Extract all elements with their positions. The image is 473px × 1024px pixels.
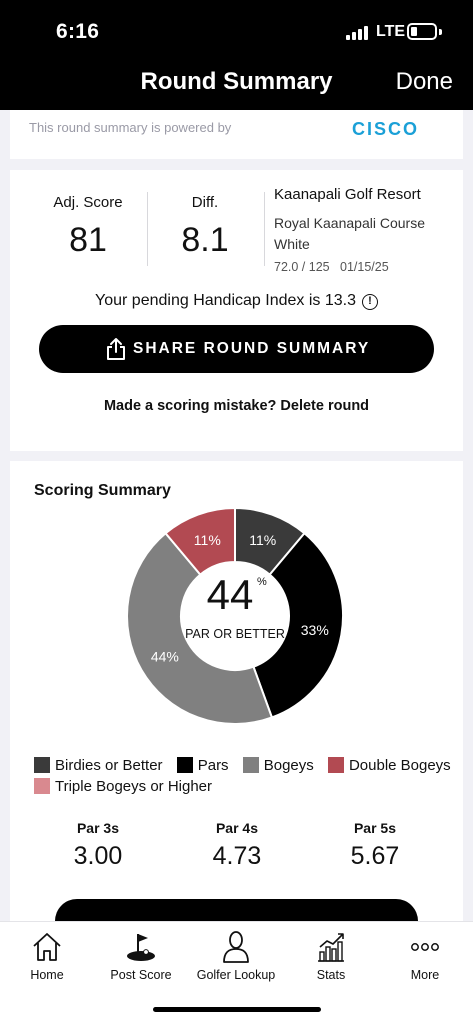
par-5-average: Par 5s 5.67 [320,820,430,871]
legend-label: Double Bogeys [348,757,451,774]
handicap-line: Your pending Handicap Index is 13.3! [10,292,463,310]
round-score-card: Adj. Score 81 Diff. 8.1 Kaanapali Golf R… [10,170,463,451]
adj-score-stat: Adj. Score 81 [38,194,138,260]
par-4-average: Par 4s 4.73 [182,820,292,871]
par-or-better-unit: % [257,576,267,588]
par-value: 4.73 [212,842,262,870]
par-3-average: Par 3s 3.00 [43,820,153,871]
legend-swatch [327,757,344,773]
rating-slope: 72.0 / 125 [274,260,330,274]
legend-pars: Pars [176,757,229,774]
legend-double-bogeys: Double Bogeys [327,757,451,774]
scoring-summary-title: Scoring Summary [34,482,171,499]
tab-label: More [410,968,440,982]
legend-bogeys: Bogeys [242,757,314,774]
done-button[interactable]: Done [396,68,453,96]
handicap-text: Your pending Handicap Index is 13.3 [95,292,356,309]
status-time: 6:16 [56,20,100,43]
legend-label: Bogeys [263,757,314,774]
person-icon [223,931,249,963]
battery-tip [439,29,442,35]
delete-round-link[interactable]: Made a scoring mistake? Delete round [10,398,463,414]
legend-label: Birdies or Better [55,757,163,774]
par-value: 5.67 [350,842,400,870]
info-icon[interactable]: ! [361,294,378,310]
signal-icon [346,26,370,40]
par-or-better-value: 44 [206,571,254,618]
donut-slice-label: 44% [151,649,179,665]
home-indicator[interactable] [153,1007,321,1012]
tab-golfer-lookup[interactable]: Golfer Lookup [189,930,283,982]
tab-label: Home [30,968,64,982]
stats-icon [318,933,344,962]
sponsor-card: This round summary is powered by CISCO [10,110,463,159]
share-icon [107,338,125,360]
course-detail: Royal Kaanapali Course White [274,215,425,252]
adj-score-label: Adj. Score [53,194,123,211]
golf-flag-icon [127,934,155,961]
partial-button[interactable] [55,899,418,921]
diff-value: 8.1 [181,221,229,259]
par-value: 3.00 [73,842,123,870]
course-name: Kaanapali Golf Resort [274,186,421,203]
powered-by-text: This round summary is powered by [29,120,232,135]
par-label: Par 4s [215,820,259,836]
tab-home[interactable]: Home [0,930,94,982]
more-icon [411,943,439,951]
chart-legend: Birdies or Better Pars Bogeys Double Bog… [34,757,454,799]
scoring-summary-card: Scoring Summary 11% 33% 44% 11% 44 % PAR OR… [10,461,463,921]
legend-label: Pars [197,757,229,774]
donut-slice-label: 33% [301,622,329,638]
round-date: 01/15/25 [340,260,389,274]
diff-stat: Diff. 8.1 [155,194,255,260]
tab-label: Golfer Lookup [196,968,276,982]
legend-birdies: Birdies or Better [34,757,163,774]
donut-slice-label: 11% [249,532,276,548]
par-or-better-label: PAR OR BETTER [185,627,285,641]
legend-swatch [34,757,50,773]
par-label: Par 5s [353,820,397,836]
legend-swatch [34,778,50,794]
share-label: SHARE ROUND SUMMARY [133,340,371,357]
course-meta: 72.0 / 125 01/15/25 [274,260,389,274]
par-label: Par 3s [76,820,120,836]
tab-post-score[interactable]: Post Score [94,930,188,982]
cisco-logo: CISCO [352,119,420,139]
legend-label: Triple Bogeys or Higher [55,778,213,795]
tab-label: Post Score [110,968,172,982]
legend-triple-bogeys: Triple Bogeys or Higher [34,778,212,795]
tab-label: Stats [316,968,346,982]
adj-score-value: 81 [69,221,107,259]
donut-slice-label: 11% [194,532,221,548]
legend-swatch [242,757,259,773]
home-icon [33,933,61,961]
stat-divider [264,192,265,266]
share-round-summary-button[interactable]: SHARE ROUND SUMMARY [39,325,434,373]
status-bar: 6:16 LTE [0,0,473,60]
tab-more[interactable]: More [378,930,472,982]
stat-divider [147,192,148,266]
legend-swatch [176,757,193,773]
diff-label: Diff. [191,194,219,211]
navigation-bar: Round Summary Done [0,60,473,110]
battery-icon [407,23,437,40]
tab-stats[interactable]: Stats [284,930,378,982]
network-type: LTE [376,23,406,40]
